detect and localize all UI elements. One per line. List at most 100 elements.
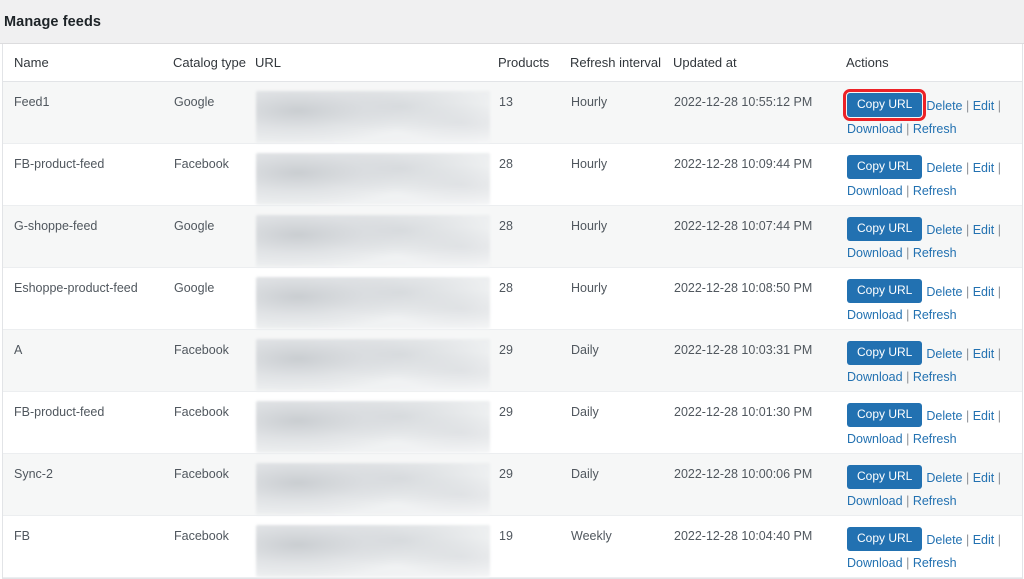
edit-link[interactable]: Edit [973, 161, 995, 175]
actions-group: Copy URL Delete | Edit | Download | Refres… [847, 217, 1021, 263]
column-header-products: Products [498, 44, 570, 82]
download-link[interactable]: Download [847, 432, 903, 446]
cell-updated-at: 2022-12-28 10:08:50 PM [673, 267, 846, 330]
action-separator: | [965, 99, 970, 113]
cell-catalog-type: Google [173, 267, 255, 330]
cell-catalog-type: Facebook [173, 453, 255, 516]
actions-links-primary: Delete | Edit | [926, 93, 1001, 116]
delete-link[interactable]: Delete [926, 471, 962, 485]
copy-url-button[interactable]: Copy URL [847, 279, 923, 304]
cell-url [255, 143, 498, 206]
column-header-catalog-type: Catalog type [173, 44, 255, 82]
cell-actions: Copy URL Delete | Edit | Download | Refres… [846, 329, 1022, 392]
refresh-link[interactable]: Refresh [913, 494, 957, 508]
action-separator: | [906, 308, 910, 323]
cell-products-count: 29 [498, 329, 570, 392]
actions-links-primary: Delete | Edit | [926, 527, 1001, 550]
refresh-link[interactable]: Refresh [913, 432, 957, 446]
copy-url-button[interactable]: Copy URL [847, 403, 923, 428]
edit-link[interactable]: Edit [973, 285, 995, 299]
copy-url-button[interactable]: Copy URL [847, 465, 923, 490]
cell-products-count: 13 [498, 81, 570, 144]
cell-catalog-type: Google [173, 205, 255, 268]
refresh-link[interactable]: Refresh [913, 122, 957, 136]
action-separator: | [906, 370, 910, 385]
url-redacted-block [256, 153, 490, 205]
table-row: FB-product-feed Facebook 28 Hourly 2022-12-2… [3, 143, 1022, 206]
page-header-band: Manage feeds [0, 0, 1024, 44]
url-redacted-block [256, 339, 490, 391]
refresh-link[interactable]: Refresh [913, 556, 957, 570]
delete-link[interactable]: Delete [926, 99, 962, 113]
action-separator: | [906, 122, 910, 137]
cell-url [255, 515, 498, 578]
actions-group: Copy URL Delete | Edit | Download | Refres… [847, 403, 1021, 449]
download-link[interactable]: Download [847, 246, 903, 260]
action-separator: | [965, 161, 970, 175]
action-separator: | [997, 347, 1001, 361]
action-separator: | [997, 285, 1001, 299]
download-link[interactable]: Download [847, 370, 903, 384]
download-link[interactable]: Download [847, 122, 903, 136]
action-separator: | [997, 223, 1001, 237]
actions-links-secondary: Download | Refresh [847, 306, 1021, 325]
actions-links-secondary: Download | Refresh [847, 554, 1021, 573]
copy-url-button[interactable]: Copy URL [847, 155, 923, 180]
cell-products-count: 29 [498, 391, 570, 454]
delete-link[interactable]: Delete [926, 409, 962, 423]
cell-feed-name: Sync-2 [3, 453, 173, 516]
cell-catalog-type: Google [173, 81, 255, 144]
edit-link[interactable]: Edit [973, 347, 995, 361]
cell-refresh-interval: Daily [570, 391, 673, 454]
refresh-link[interactable]: Refresh [913, 308, 957, 322]
cell-catalog-type: Facebook [173, 515, 255, 578]
cell-feed-name: G-shoppe-feed [3, 205, 173, 268]
actions-links-secondary: Download | Refresh [847, 368, 1021, 387]
copy-url-button[interactable]: Copy URL [847, 217, 923, 242]
cell-refresh-interval: Hourly [570, 81, 673, 144]
download-link[interactable]: Download [847, 308, 903, 322]
action-separator: | [997, 161, 1001, 175]
edit-link[interactable]: Edit [973, 223, 995, 237]
edit-link[interactable]: Edit [973, 471, 995, 485]
actions-links-primary: Delete | Edit | [926, 465, 1001, 488]
column-header-name: Name [3, 44, 173, 82]
download-link[interactable]: Download [847, 556, 903, 570]
edit-link[interactable]: Edit [973, 99, 995, 113]
copy-url-button[interactable]: Copy URL [847, 527, 923, 552]
cell-url [255, 267, 498, 330]
download-link[interactable]: Download [847, 494, 903, 508]
action-separator: | [965, 471, 970, 485]
download-link[interactable]: Download [847, 184, 903, 198]
edit-link[interactable]: Edit [973, 533, 995, 547]
cell-refresh-interval: Daily [570, 329, 673, 392]
cell-catalog-type: Facebook [173, 391, 255, 454]
delete-link[interactable]: Delete [926, 347, 962, 361]
refresh-link[interactable]: Refresh [913, 370, 957, 384]
cell-refresh-interval: Hourly [570, 143, 673, 206]
cell-actions: Copy URL Delete | Edit | Download | Refres… [846, 515, 1022, 578]
delete-link[interactable]: Delete [926, 223, 962, 237]
action-separator: | [906, 494, 910, 509]
column-header-updated-at: Updated at [673, 44, 846, 82]
edit-link[interactable]: Edit [973, 409, 995, 423]
action-separator: | [997, 409, 1001, 423]
delete-link[interactable]: Delete [926, 285, 962, 299]
delete-link[interactable]: Delete [926, 533, 962, 547]
cell-updated-at: 2022-12-28 10:55:12 PM [673, 81, 846, 144]
actions-links-primary: Delete | Edit | [926, 403, 1001, 426]
column-header-actions: Actions [846, 44, 1022, 82]
delete-link[interactable]: Delete [926, 161, 962, 175]
action-separator: | [906, 432, 910, 447]
copy-url-button[interactable]: Copy URL [842, 88, 927, 122]
refresh-link[interactable]: Refresh [913, 246, 957, 260]
actions-links-primary: Delete | Edit | [926, 217, 1001, 240]
cell-updated-at: 2022-12-28 10:04:40 PM [673, 515, 846, 578]
cell-feed-name: A [3, 329, 173, 392]
url-redacted-block [256, 463, 490, 515]
cell-feed-name: Eshoppe-product-feed [3, 267, 173, 330]
column-header-refresh-interval: Refresh interval [570, 44, 673, 82]
copy-url-button[interactable]: Copy URL [847, 341, 923, 366]
refresh-link[interactable]: Refresh [913, 184, 957, 198]
actions-group: Copy URL Delete | Edit | Download | Refres… [847, 527, 1021, 573]
